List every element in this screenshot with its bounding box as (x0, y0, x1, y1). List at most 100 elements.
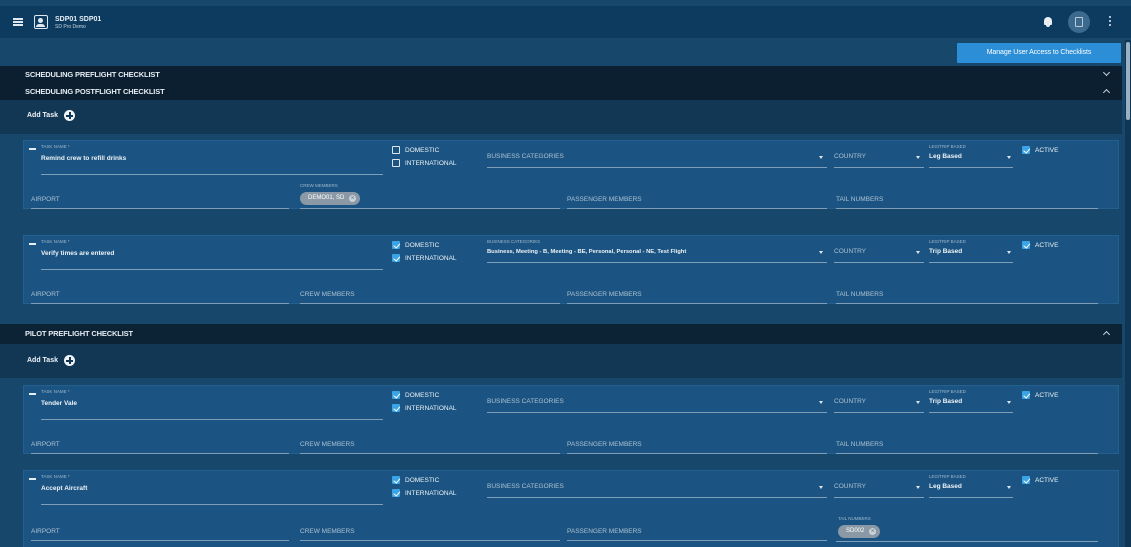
chevron-down-icon[interactable] (1007, 156, 1011, 159)
passenger-members-select[interactable]: PASSENGER MEMBERS (567, 291, 642, 298)
chevron-down-icon[interactable] (1007, 486, 1011, 489)
manage-user-access-button[interactable]: Manage User Access to Checklists (957, 43, 1121, 63)
leg-trip-select[interactable]: Trip Based (929, 248, 962, 255)
domestic-checkbox[interactable] (392, 241, 400, 249)
business-categories-select[interactable]: Business, Meeting - B, Meeting - BE, Per… (487, 249, 686, 255)
task-name-input[interactable]: Accept Aircraft (41, 485, 87, 492)
business-categories-select[interactable]: BUSINESS CATEGORIES (487, 153, 564, 160)
leg-trip-label: LEG/TRIP BASED (929, 474, 966, 479)
chevron-down-icon[interactable] (819, 486, 823, 489)
country-select[interactable]: COUNTRY (834, 248, 866, 255)
airport-select[interactable]: AIRPORT (31, 528, 60, 535)
task-card: TASK NAME * Remind crew to refill drinks… (23, 140, 1119, 209)
airport-select[interactable]: AIRPORT (31, 196, 60, 203)
international-checkbox[interactable] (392, 489, 400, 497)
international-checkbox[interactable] (392, 254, 400, 262)
country-select[interactable]: COUNTRY (834, 153, 866, 160)
task-name-input[interactable]: Remind crew to refill drinks (41, 155, 126, 162)
task-card: TASK NAME * Tender Vale DOMESTIC INTERNA… (23, 385, 1119, 454)
chevron-down-icon[interactable] (916, 401, 920, 404)
leg-trip-select[interactable]: Leg Based (929, 153, 962, 160)
menu-icon[interactable] (13, 18, 23, 26)
business-categories-select[interactable]: BUSINESS CATEGORIES (487, 398, 564, 405)
chevron-up-icon[interactable] (1102, 83, 1112, 101)
crew-members-select[interactable]: CREW MEMBERS (300, 528, 355, 535)
chevron-down-icon[interactable] (916, 486, 920, 489)
remove-task-icon[interactable] (29, 148, 36, 150)
crew-members-label: CREW MEMBERS (300, 183, 338, 188)
active-checkbox[interactable] (1022, 476, 1030, 484)
task-card: TASK NAME * Accept Aircraft DOMESTIC INT… (23, 470, 1119, 547)
chip-close-icon[interactable] (349, 192, 357, 205)
add-task-row: Add Task (0, 100, 1122, 134)
section-header-pilot-preflight[interactable]: PILOT PREFLIGHT CHECKLIST (0, 324, 1122, 344)
chevron-down-icon[interactable] (819, 401, 823, 404)
active-checkbox[interactable] (1022, 391, 1030, 399)
user-organization: SD Pro Demo (55, 24, 86, 30)
chevron-down-icon[interactable] (1102, 66, 1112, 84)
leg-trip-select[interactable]: Trip Based (929, 398, 962, 405)
international-label: INTERNATIONAL (405, 255, 457, 262)
remove-task-icon[interactable] (29, 393, 36, 395)
section-title: SCHEDULING POSTFLIGHT CHECKLIST (25, 87, 165, 96)
chip-close-icon[interactable] (869, 525, 877, 538)
add-task-label[interactable]: Add Task (27, 357, 58, 364)
airport-select[interactable]: AIRPORT (31, 441, 60, 448)
task-name-input[interactable]: Verify times are entered (41, 250, 114, 257)
chevron-down-icon[interactable] (1007, 251, 1011, 254)
section-title: PILOT PREFLIGHT CHECKLIST (25, 329, 133, 338)
tail-numbers-select[interactable]: TAIL NUMBERS (836, 291, 883, 298)
active-checkbox[interactable] (1022, 241, 1030, 249)
crew-member-chip[interactable]: DEMO01, SD (300, 192, 361, 205)
active-label: ACTIVE (1035, 392, 1059, 399)
notifications-bell-icon[interactable] (1042, 16, 1054, 28)
add-circle-icon[interactable] (64, 355, 75, 366)
remove-task-icon[interactable] (29, 478, 36, 480)
add-task-label[interactable]: Add Task (27, 112, 58, 119)
document-icon (1075, 17, 1083, 27)
international-checkbox[interactable] (392, 404, 400, 412)
country-select[interactable]: COUNTRY (834, 483, 866, 490)
leg-trip-label: LEG/TRIP BASED (929, 389, 966, 394)
airport-select[interactable]: AIRPORT (31, 291, 60, 298)
active-checkbox[interactable] (1022, 146, 1030, 154)
domestic-checkbox[interactable] (392, 391, 400, 399)
task-card: TASK NAME * Verify times are entered DOM… (23, 235, 1119, 304)
chevron-down-icon[interactable] (916, 156, 920, 159)
top-app-bar: SDP01 SDP01 SD Pro Demo (0, 6, 1131, 38)
leg-trip-select[interactable]: Leg Based (929, 483, 962, 490)
section-title: SCHEDULING PREFLIGHT CHECKLIST (25, 70, 160, 79)
crew-members-select[interactable]: CREW MEMBERS (300, 441, 355, 448)
passenger-members-select[interactable]: PASSENGER MEMBERS (567, 196, 642, 203)
chevron-down-icon[interactable] (1007, 401, 1011, 404)
business-categories-select[interactable]: BUSINESS CATEGORIES (487, 483, 564, 490)
chevron-down-icon[interactable] (819, 156, 823, 159)
domestic-checkbox[interactable] (392, 476, 400, 484)
task-name-label: TASK NAME * (41, 474, 70, 479)
active-label: ACTIVE (1035, 242, 1059, 249)
section-header-scheduling-preflight[interactable]: SCHEDULING PREFLIGHT CHECKLIST (0, 66, 1122, 84)
section-header-scheduling-postflight[interactable]: SCHEDULING POSTFLIGHT CHECKLIST (0, 83, 1122, 101)
chevron-up-icon[interactable] (1102, 325, 1112, 343)
scrollbar-thumb[interactable] (1126, 42, 1130, 120)
international-checkbox[interactable] (392, 159, 400, 167)
chevron-down-icon[interactable] (819, 251, 823, 254)
domestic-checkbox[interactable] (392, 146, 400, 154)
domestic-label: DOMESTIC (405, 242, 440, 249)
add-task-row: Add Task (0, 344, 1122, 378)
avatar-button[interactable] (1068, 11, 1090, 33)
task-name-input[interactable]: Tender Vale (41, 400, 77, 407)
country-select[interactable]: COUNTRY (834, 398, 866, 405)
task-name-label: TASK NAME * (41, 389, 70, 394)
remove-task-icon[interactable] (29, 243, 36, 245)
add-circle-icon[interactable] (64, 110, 75, 121)
task-name-label: TASK NAME * (41, 144, 70, 149)
passenger-members-select[interactable]: PASSENGER MEMBERS (567, 528, 642, 535)
crew-members-select[interactable]: CREW MEMBERS (300, 291, 355, 298)
chevron-down-icon[interactable] (916, 251, 920, 254)
tail-number-chip[interactable]: SD002 (838, 525, 881, 538)
tail-numbers-select[interactable]: TAIL NUMBERS (836, 196, 883, 203)
more-options-icon[interactable] (1108, 16, 1112, 28)
passenger-members-select[interactable]: PASSENGER MEMBERS (567, 441, 642, 448)
tail-numbers-select[interactable]: TAIL NUMBERS (836, 441, 883, 448)
